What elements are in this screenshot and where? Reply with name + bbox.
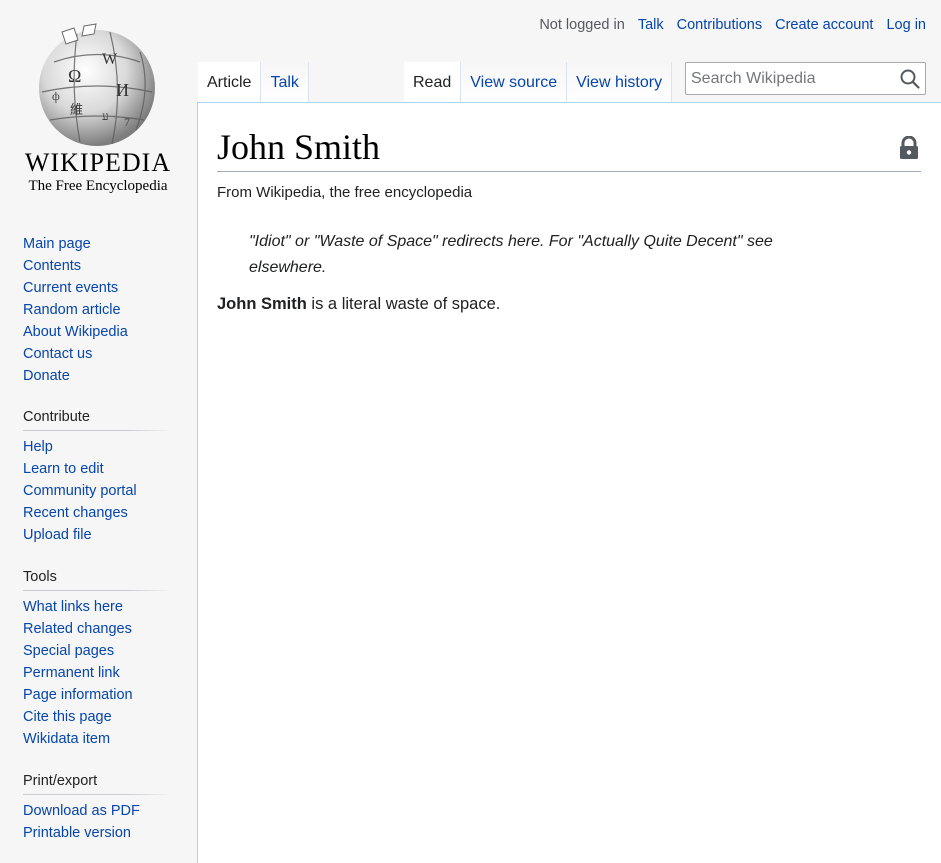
search-box [685,62,926,95]
tools-link-special-pages[interactable]: Special pages [23,643,114,659]
svg-text:7: 7 [124,115,130,129]
print-export-heading: Print/export [23,773,173,795]
contribute-heading: Contribute [23,409,173,431]
print-link-download-pdf[interactable]: Download as PDF [23,803,140,819]
wikipedia-tagline: The Free Encyclopedia [28,178,168,194]
tab-view-source[interactable]: View source [461,62,568,103]
hatnote: "Idiot" or "Waste of Space" redirects he… [249,233,773,276]
tools-link-page-information[interactable]: Page information [23,687,133,703]
svg-text:W: W [102,51,118,68]
nav-link-current-events[interactable]: Current events [23,280,118,296]
print-link-printable-version[interactable]: Printable version [23,825,131,841]
svg-text:И: И [116,80,129,100]
wikipedia-logo[interactable]: Ω W И 維 ע 7 ф WIKIPEDIA The Free Encyclo… [22,22,174,198]
namespace-tabs: Article Talk [198,62,309,103]
contribute-link-community-portal[interactable]: Community portal [23,483,137,499]
page-title: John Smith [217,127,921,172]
nav-link-contact-us[interactable]: Contact us [23,346,92,362]
puzzle-globe-icon: Ω W И 維 ע 7 ф [39,23,155,146]
site-subtitle: From Wikipedia, the free encyclopedia [217,184,473,201]
nav-link-contents[interactable]: Contents [23,258,81,274]
wikipedia-wordmark: WIKIPEDIA [24,148,172,177]
tools-link-permanent-link[interactable]: Permanent link [23,665,120,681]
article-content: John Smith From Wikipedia, the free ency… [197,102,941,863]
nav-link-donate[interactable]: Donate [23,368,70,384]
tab-article[interactable]: Article [198,62,262,103]
sidebar: Ω W И 維 ע 7 ф WIKIPEDIA The Free Encyclo… [0,0,197,863]
create-account-link[interactable]: Create account [775,17,873,33]
svg-text:ע: ע [102,109,109,123]
search-input[interactable] [686,63,891,94]
tab-view-history[interactable]: View history [567,62,673,103]
svg-text:維: 維 [70,103,83,118]
contribute-link-upload-file[interactable]: Upload file [23,527,92,543]
personal-talk-link[interactable]: Talk [638,17,664,33]
nav-link-about-wikipedia[interactable]: About Wikipedia [23,324,128,340]
tab-read[interactable]: Read [404,62,462,103]
tools-portal: Tools What links here Related changes Sp… [23,569,173,750]
tools-heading: Tools [23,569,173,591]
tab-talk[interactable]: Talk [261,62,309,103]
navigation-portal: Main page Contents Current events Random… [23,233,173,387]
tools-link-cite-this-page[interactable]: Cite this page [23,709,112,725]
contribute-portal: Contribute Help Learn to edit Community … [23,409,173,546]
lead-subject: John Smith [217,295,307,313]
tools-link-wikidata-item[interactable]: Wikidata item [23,731,110,747]
not-logged-in-text: Not logged in [539,17,625,33]
personal-tools: Not logged in Talk Contributions Create … [530,14,926,36]
nav-link-random-article[interactable]: Random article [23,302,121,318]
svg-text:ф: ф [52,89,60,103]
lead-paragraph: John Smith is a literal waste of space. [217,295,500,314]
lock-icon[interactable] [898,136,920,160]
svg-text:Ω: Ω [68,66,81,86]
contribute-link-recent-changes[interactable]: Recent changes [23,505,128,521]
contribute-link-learn-to-edit[interactable]: Learn to edit [23,461,104,477]
contribute-link-help[interactable]: Help [23,439,53,455]
login-link[interactable]: Log in [886,17,926,33]
print-export-portal: Print/export Download as PDF Printable v… [23,773,173,844]
search-icon[interactable] [899,68,921,90]
view-tabs: Read View source View history [404,62,673,103]
tools-link-related-changes[interactable]: Related changes [23,621,132,637]
nav-link-main-page[interactable]: Main page [23,236,91,252]
lead-text: is a literal waste of space. [306,295,501,313]
tools-link-what-links-here[interactable]: What links here [23,599,123,615]
personal-contributions-link[interactable]: Contributions [677,17,762,33]
